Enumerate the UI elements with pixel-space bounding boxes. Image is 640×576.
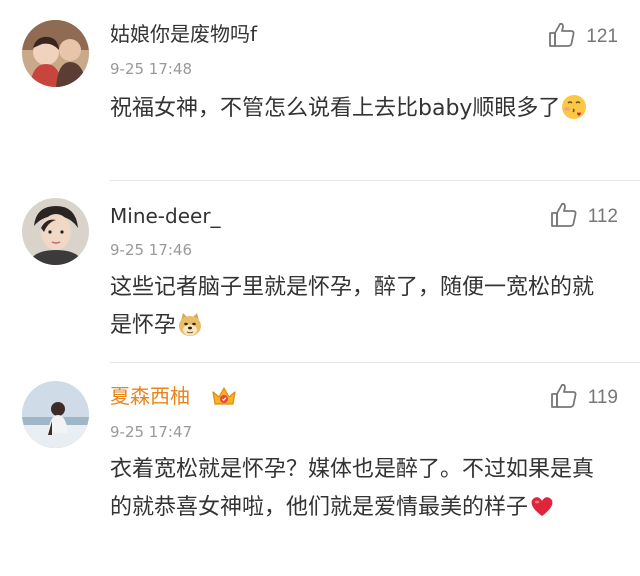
doge-emoji (177, 311, 203, 337)
avatar[interactable] (22, 381, 89, 448)
like-count: 121 (586, 26, 618, 47)
like-count: 112 (587, 206, 618, 227)
avatar[interactable] (22, 198, 89, 265)
heart-emoji (529, 493, 555, 519)
comment-1: 姑娘你是废物吗f 9-25 17:48 121 祝福女神，不管怎么说看上去比ba… (0, 0, 640, 180)
comment-text-content: 祝福女神，不管怎么说看上去比baby顺眼多了 (110, 96, 561, 121)
like-button[interactable]: 121 (548, 22, 618, 52)
kiss-emoji (561, 94, 587, 120)
thumbs-up-icon (550, 202, 578, 232)
username[interactable]: Mine-deer_ (110, 204, 221, 228)
like-button[interactable]: 119 (550, 383, 618, 413)
timestamp: 9-25 17:46 (110, 241, 193, 259)
like-count: 119 (587, 387, 618, 408)
comment-3: 夏森西柚 9-25 17:47 119 衣着宽松就是怀孕？媒体也是醉了。不过如果… (0, 363, 640, 576)
comment-2: Mine-deer_ 9-25 17:46 112 这些记者脑子里就是怀孕，醉了… (0, 181, 640, 361)
username[interactable]: 姑娘你是废物吗f (110, 22, 257, 46)
comment-text: 祝福女神，不管怎么说看上去比baby顺眼多了 (110, 90, 610, 128)
avatar[interactable] (22, 20, 89, 87)
timestamp: 9-25 17:48 (110, 60, 193, 78)
thumbs-up-icon (550, 383, 578, 413)
comment-text-content: 衣着宽松就是怀孕？媒体也是醉了。不过如果是真的就恭喜女神啦，他们就是爱情最美的样… (110, 457, 595, 520)
username[interactable]: 夏森西柚 (110, 384, 190, 408)
vip-crown-icon (210, 385, 238, 407)
comment-text: 这些记者脑子里就是怀孕，醉了，随便一宽松的就是怀孕 (110, 269, 610, 345)
thumbs-up-icon (548, 22, 576, 52)
timestamp: 9-25 17:47 (110, 423, 193, 441)
comment-text: 衣着宽松就是怀孕？媒体也是醉了。不过如果是真的就恭喜女神啦，他们就是爱情最美的样… (110, 451, 610, 527)
like-button[interactable]: 112 (550, 202, 618, 232)
